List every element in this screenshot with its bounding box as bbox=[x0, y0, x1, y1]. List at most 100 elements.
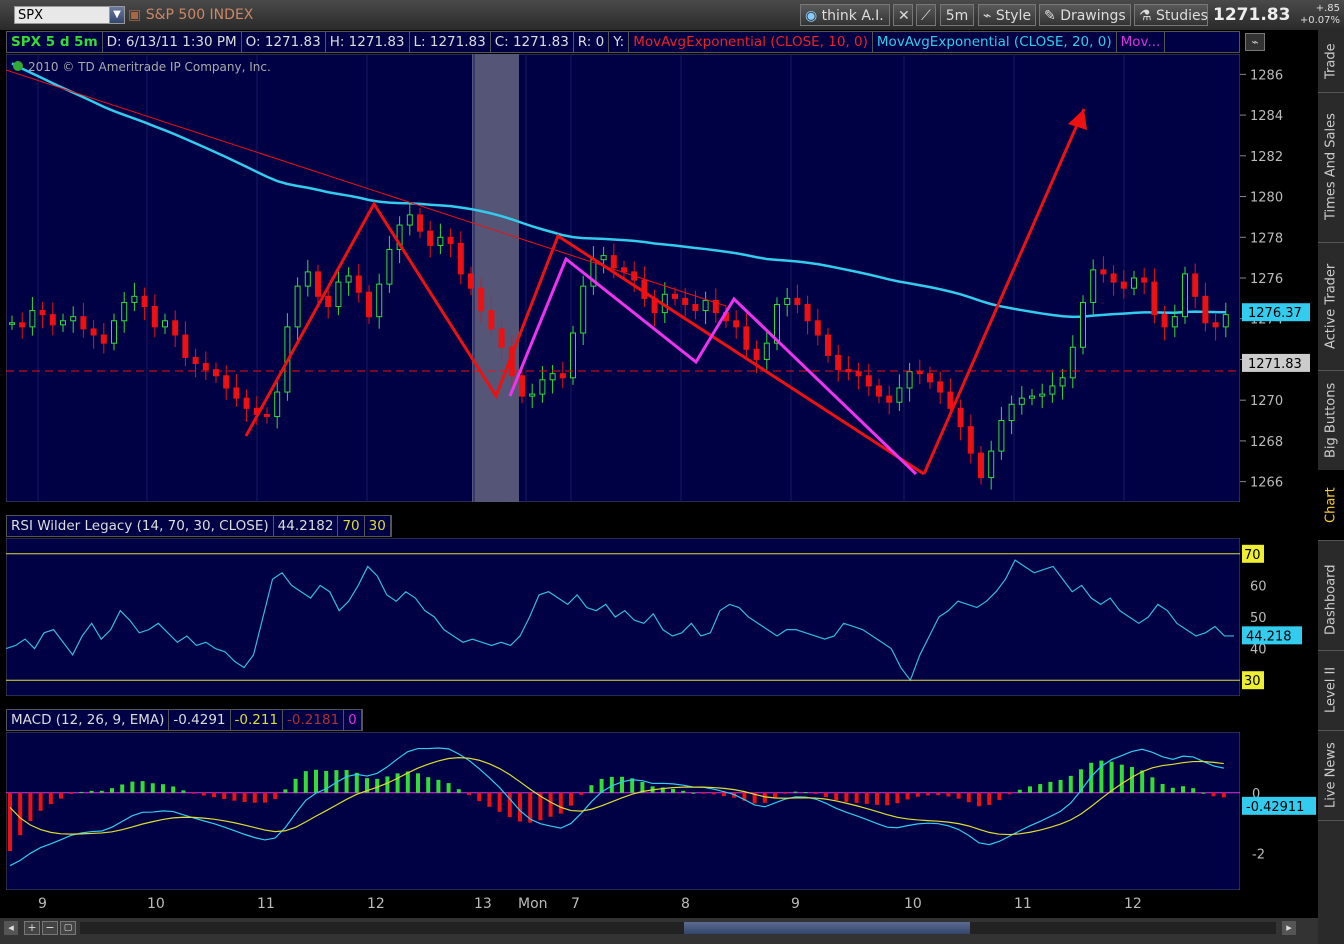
price-tick-label: 1270 bbox=[1250, 394, 1283, 409]
macd-chart[interactable]: -20-0.42911 bbox=[6, 732, 1317, 890]
macd-histogram-bar bbox=[681, 790, 686, 793]
study-more[interactable]: Mov... bbox=[1117, 32, 1166, 52]
pan-tool-button[interactable]: ⟋ bbox=[916, 4, 936, 26]
time-tick-label: 9 bbox=[38, 896, 47, 912]
candle-body bbox=[1059, 377, 1066, 387]
symbol-input[interactable]: SPX bbox=[14, 6, 110, 24]
candle-body bbox=[325, 295, 332, 308]
macd-histogram-bar bbox=[1191, 788, 1196, 793]
time-tick-label: 9 bbox=[791, 896, 800, 912]
candle-body bbox=[998, 420, 1005, 452]
scrollbar-thumb[interactable] bbox=[684, 922, 970, 934]
horizontal-scrollbar[interactable] bbox=[80, 922, 1276, 934]
top-toolbar: SPX ▼ ▣ S&P 500 INDEX ◉ think A.I. ✕ ⟋ 5… bbox=[0, 0, 1344, 30]
change-abs: +.85 bbox=[1315, 3, 1340, 14]
studies-button[interactable]: ⚗ Studies bbox=[1134, 4, 1208, 26]
macd-histogram-bar bbox=[405, 771, 410, 793]
macd-histogram-bar bbox=[273, 792, 278, 800]
candle-body bbox=[784, 297, 791, 305]
macd-title[interactable]: MACD (12, 26, 9, EMA) bbox=[7, 710, 170, 730]
macd-histogram-bar bbox=[875, 792, 879, 805]
scroll-left-icon[interactable]: ◂ bbox=[4, 921, 18, 935]
candle-body bbox=[733, 320, 740, 328]
style-icon: ⌁ bbox=[983, 8, 992, 24]
candle-body bbox=[855, 371, 862, 377]
macd-histogram-bar bbox=[1028, 786, 1032, 793]
macd-histogram-bar bbox=[1150, 777, 1155, 793]
macd-histogram-bar bbox=[69, 792, 74, 794]
chart-settings-icon[interactable]: ⌁ bbox=[1245, 33, 1265, 51]
candle-body bbox=[794, 297, 801, 305]
macd-value-tag-label: -0.42911 bbox=[1246, 800, 1304, 815]
style-button[interactable]: ⌁ Style bbox=[978, 4, 1036, 26]
macd-histogram-bar bbox=[813, 792, 818, 794]
right-tabs: Trade Times And Sales Active Trader Big … bbox=[1318, 30, 1344, 944]
drawings-button[interactable]: ✎ Drawings bbox=[1039, 4, 1131, 26]
candle-body bbox=[947, 391, 954, 409]
rsi-oversold: 30 bbox=[365, 516, 391, 536]
tab-dashboard[interactable]: Dashboard bbox=[1318, 550, 1344, 651]
study-ema10[interactable]: MovAvgExponential (CLOSE, 10, 0) bbox=[629, 32, 873, 52]
candle-body bbox=[1131, 277, 1137, 289]
macd-histogram-bar bbox=[1160, 783, 1165, 793]
bar-close: C: 1271.83 bbox=[491, 32, 574, 52]
candle-body bbox=[70, 316, 77, 322]
macd-histogram-bar bbox=[171, 786, 176, 793]
candle-body bbox=[90, 328, 97, 336]
zoom-fit-icon[interactable]: ▢ bbox=[60, 921, 76, 935]
candle-body bbox=[702, 299, 709, 312]
tab-live-news[interactable]: Live News bbox=[1318, 730, 1344, 821]
tab-big-buttons[interactable]: Big Buttons bbox=[1318, 370, 1344, 471]
symbol-dropdown-icon[interactable]: ▼ bbox=[109, 6, 125, 24]
candle-body bbox=[1029, 395, 1035, 399]
macd-histogram-bar bbox=[375, 778, 380, 793]
rsi-title[interactable]: RSI Wilder Legacy (14, 70, 30, CLOSE) bbox=[7, 516, 274, 536]
macd-histogram-bar bbox=[844, 792, 849, 802]
time-tick-label: 8 bbox=[681, 896, 690, 912]
tab-chart[interactable]: Chart bbox=[1318, 470, 1344, 541]
tab-level-ii[interactable]: Level II bbox=[1318, 650, 1344, 731]
candle-body bbox=[559, 373, 566, 379]
macd-histogram-bar bbox=[1119, 764, 1124, 793]
time-axis-bg bbox=[0, 890, 1318, 918]
macd-histogram-bar bbox=[915, 792, 920, 797]
price-tick-label: 1268 bbox=[1250, 435, 1283, 450]
zoom-in-icon[interactable]: + bbox=[24, 921, 40, 935]
link-icon[interactable]: ▣ bbox=[128, 7, 141, 23]
think-ai-button[interactable]: ◉ think A.I. bbox=[800, 4, 890, 26]
candle-body bbox=[1090, 269, 1097, 303]
candle-body bbox=[1212, 322, 1219, 328]
candle-body bbox=[988, 450, 995, 479]
candle-body bbox=[315, 271, 321, 297]
macd-histogram-bar bbox=[671, 788, 675, 793]
candle-body bbox=[957, 407, 964, 428]
macd-histogram-bar bbox=[38, 792, 43, 811]
macd-histogram-bar bbox=[8, 792, 12, 852]
macd-histogram-bar bbox=[1201, 792, 1206, 794]
candle-body bbox=[151, 306, 158, 328]
tab-active-trader[interactable]: Active Trader bbox=[1318, 242, 1344, 371]
macd-histogram-bar bbox=[201, 792, 206, 796]
macd-histogram-bar bbox=[854, 792, 859, 803]
tab-times-and-sales[interactable]: Times And Sales bbox=[1318, 92, 1344, 243]
pan-icon: ⟋ bbox=[921, 8, 931, 24]
rsi-chart[interactable]: 40 50 60 70 30 44.218 bbox=[6, 538, 1317, 696]
study-ema20[interactable]: MovAvgExponential (CLOSE, 20, 0) bbox=[873, 32, 1117, 52]
price-chart[interactable]: 1266126812701272127412761278128012821284… bbox=[6, 54, 1317, 502]
scroll-right-icon[interactable]: ▸ bbox=[1282, 921, 1296, 935]
candle-body bbox=[967, 426, 974, 454]
candle-body bbox=[927, 373, 933, 383]
candle-body bbox=[682, 297, 689, 305]
tab-trade[interactable]: Trade bbox=[1318, 30, 1344, 93]
candle-body bbox=[753, 348, 760, 360]
macd-histogram-bar bbox=[783, 792, 788, 794]
crosshair-tool-button[interactable]: ✕ bbox=[893, 4, 913, 26]
interval-button[interactable]: 5m bbox=[940, 4, 974, 26]
zoom-out-icon[interactable]: − bbox=[42, 921, 58, 935]
candle-body bbox=[243, 397, 250, 409]
candle-body bbox=[80, 316, 87, 330]
macd-histogram-bar bbox=[977, 792, 981, 807]
time-tick-label: 7 bbox=[571, 896, 580, 912]
candle-body bbox=[1080, 301, 1086, 348]
macd-histogram-bar bbox=[1221, 792, 1226, 798]
